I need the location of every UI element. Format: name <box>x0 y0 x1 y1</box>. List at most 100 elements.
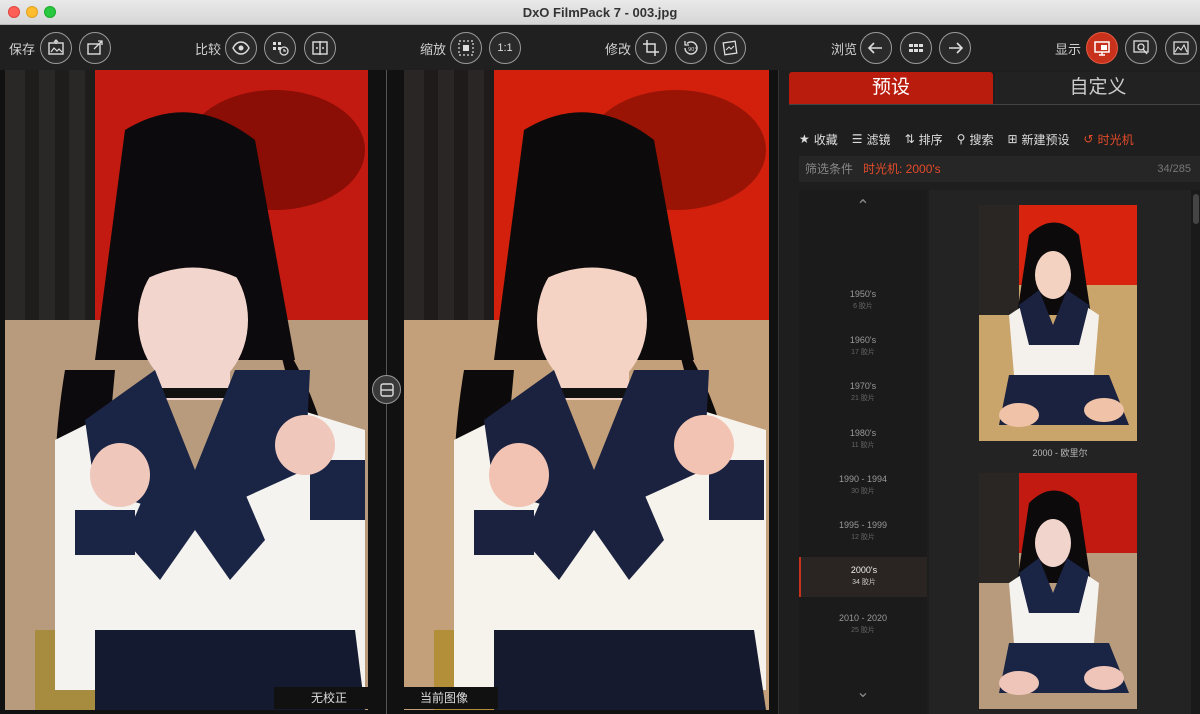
crop-icon <box>643 40 659 56</box>
current-photo-image <box>404 70 769 710</box>
sort-icon: ⇅ <box>904 132 915 146</box>
compare-view-button[interactable] <box>225 32 257 64</box>
display-label: 显示 <box>1055 42 1082 57</box>
original-photo <box>5 70 368 710</box>
original-caption: 无校正 <box>274 687 384 709</box>
filter-count: 34/285 <box>1157 163 1191 175</box>
sort-label: 排序 <box>918 132 943 147</box>
thumbnail-scrollbar[interactable] <box>1191 190 1200 714</box>
image-canvas[interactable]: 无校正 当前图像 <box>0 70 778 714</box>
decade-item[interactable]: 1960's 17 胶片 <box>799 327 927 367</box>
histogram-icon <box>1173 41 1189 55</box>
svg-text:90°: 90° <box>688 47 697 53</box>
decade-item-selected[interactable]: 2000's 34 胶片 <box>799 557 927 597</box>
decade-item[interactable]: 2010 - 2020 25 胶片 <box>799 605 927 645</box>
straighten-icon <box>722 40 738 56</box>
favorites-action[interactable]: ★ 收藏 <box>799 131 838 147</box>
decade-count: 6 胶片 <box>853 303 873 310</box>
search-icon: ⚲ <box>956 132 966 146</box>
grid-time-button[interactable] <box>264 32 296 64</box>
scrollbar-thumb[interactable] <box>1193 194 1199 224</box>
preset-thumbnail[interactable] <box>979 473 1137 709</box>
rotate-90-button[interactable]: 90° <box>675 32 707 64</box>
monitor-icon <box>1094 41 1110 56</box>
previous-image-button[interactable] <box>860 32 892 64</box>
split-view-button[interactable] <box>304 32 336 64</box>
histogram-button[interactable] <box>1165 32 1197 64</box>
decade-name: 2000's <box>850 565 878 575</box>
star-icon: ★ <box>799 132 810 146</box>
tab-presets[interactable]: 预设 <box>789 72 993 104</box>
loupe-button[interactable] <box>1125 32 1157 64</box>
favorites-label: 收藏 <box>813 132 838 147</box>
grid-clock-icon <box>273 42 289 56</box>
export-button[interactable] <box>79 32 111 64</box>
decade-item[interactable]: 1990 - 1994 30 胶片 <box>799 466 927 506</box>
split-view-icon <box>312 41 328 55</box>
preset-actions: ★ 收藏 ☰ 滤镜 ⇅ 排序 ⚲ 搜索 ⊞ 新建预设 ↺ 时光机 <box>799 131 1134 147</box>
decade-item[interactable]: 1950's 6 胶片 <box>799 281 927 321</box>
window-title: DxO FilmPack 7 - 003.jpg <box>522 5 678 20</box>
sort-action[interactable]: ⇅ 排序 <box>905 131 943 147</box>
search-action[interactable]: ⚲ 搜索 <box>957 131 994 147</box>
decade-item[interactable]: 1980's 11 胶片 <box>799 420 927 460</box>
decade-count: 17 胶片 <box>851 349 875 356</box>
tab-underline <box>789 104 1200 105</box>
fit-screen-icon <box>458 40 474 56</box>
split-handle[interactable] <box>372 375 401 404</box>
original-photo-image <box>5 70 368 710</box>
filter-condition-label: 筛选条件 <box>805 162 854 176</box>
export-image-icon <box>48 39 64 55</box>
decade-faded-name: ​ <box>799 235 927 253</box>
window-titlebar: DxO FilmPack 7 - 003.jpg <box>0 0 1200 25</box>
decade-count: 12 胶片 <box>851 534 875 541</box>
decade-item[interactable]: 1995 - 1999 12 胶片 <box>799 512 927 552</box>
time-machine-icon: ↺ <box>1083 132 1094 146</box>
presets-panel: 预设 自定义 ★ 收藏 ☰ 滤镜 ⇅ 排序 ⚲ 搜索 ⊞ 新建预设 ↺ 时光机 筛选条件 时… <box>778 70 1200 714</box>
display-panel-button[interactable] <box>1086 32 1118 64</box>
crop-button[interactable] <box>635 32 667 64</box>
list-icon: ☰ <box>851 132 863 146</box>
zoom-label: 缩放 <box>420 42 447 57</box>
decade-count: 25 胶片 <box>851 627 875 634</box>
save-image-button[interactable] <box>40 32 72 64</box>
decade-name: 1995 - 1999 <box>838 520 888 530</box>
time-machine-action[interactable]: ↺ 时光机 <box>1084 131 1134 147</box>
arrow-right-icon <box>949 42 964 54</box>
horizon-button[interactable] <box>714 32 746 64</box>
grid-browse-button[interactable] <box>900 32 932 64</box>
next-image-button[interactable] <box>939 32 971 64</box>
rotate-icon: 90° <box>684 41 698 55</box>
decade-name: 1950's <box>849 289 877 299</box>
decade-count: 30 胶片 <box>851 488 875 495</box>
preset-thumbnail[interactable] <box>979 205 1137 441</box>
chevron-up-icon[interactable]: ⌃ <box>799 196 927 216</box>
edit-label: 修改 <box>605 42 632 57</box>
decade-item[interactable]: 1970's 21 胶片 <box>799 373 927 413</box>
filter-label: 滤镜 <box>866 132 891 147</box>
preset-thumbnail-caption: 2000 - 欧里尔 <box>1032 448 1088 458</box>
new-preset-label: 新建预设 <box>1021 132 1070 147</box>
chevron-down-icon[interactable]: ⌄ <box>799 682 927 702</box>
preset-thumbnail-image <box>979 473 1137 709</box>
zoom-1to1-button[interactable]: 1:1 <box>489 32 521 64</box>
compare-label: 比较 <box>195 42 222 57</box>
decade-count: 11 胶片 <box>851 442 875 449</box>
decade-count: 34 胶片 <box>852 579 876 586</box>
filter-action[interactable]: ☰ 滤镜 <box>852 131 891 147</box>
split-handle-icon <box>379 382 394 397</box>
decade-name: 1960's <box>849 335 877 345</box>
new-preset-action[interactable]: ⊞ 新建预设 <box>1007 131 1069 147</box>
current-caption: 当前图像 <box>390 687 498 709</box>
grid-icon <box>909 44 923 52</box>
preset-thumbnails: 2000 - 欧里尔 <box>929 190 1191 714</box>
fit-to-screen-button[interactable] <box>450 32 482 64</box>
tab-custom[interactable]: 自定义 <box>995 72 1200 104</box>
export-icon <box>87 40 103 55</box>
decade-item-faded: ​ <box>799 235 927 275</box>
filter-condition-value[interactable]: 时光机: 2000's <box>863 156 941 182</box>
toolbar: 保存 比较 缩放 1:1 修改 90° 浏览 显示 <box>0 25 1200 70</box>
eye-icon <box>232 41 250 55</box>
new-preset-icon: ⊞ <box>1007 132 1018 146</box>
decade-count: 21 胶片 <box>851 395 875 402</box>
